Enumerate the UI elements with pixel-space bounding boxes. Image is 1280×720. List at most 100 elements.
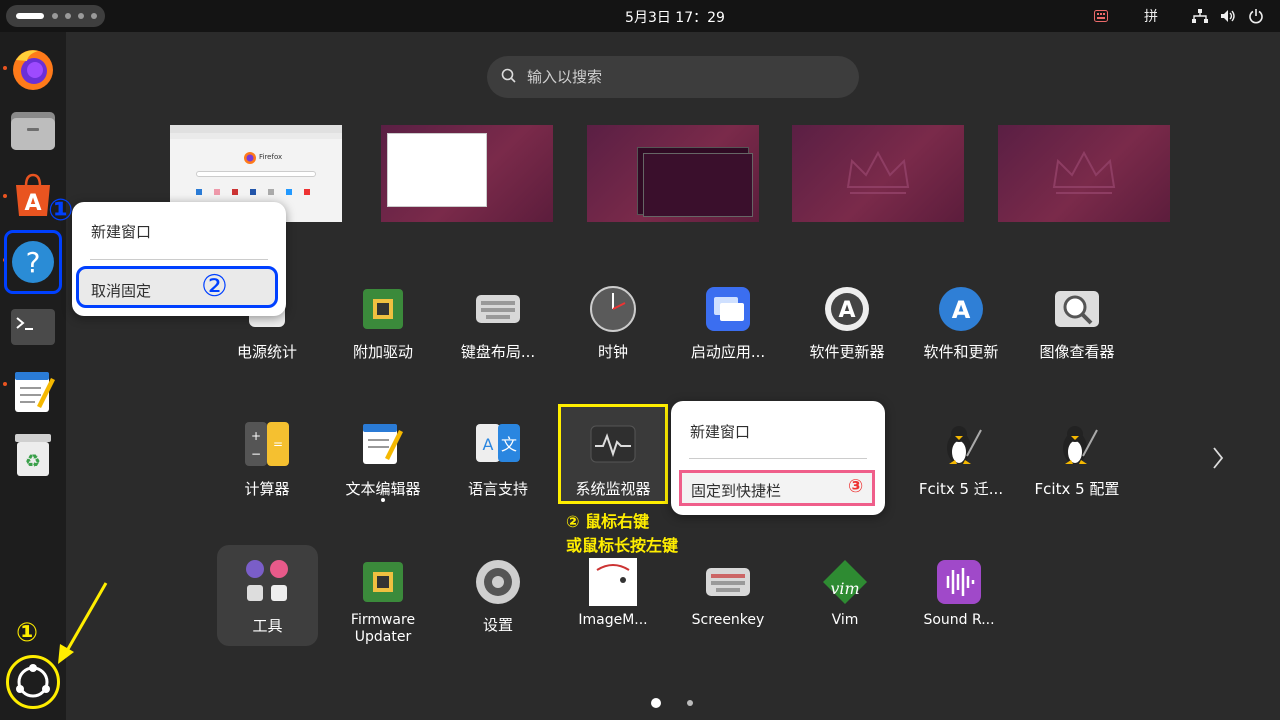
power-icon[interactable] <box>1248 8 1264 24</box>
app-image-viewer[interactable]: 图像查看器 <box>1022 285 1132 395</box>
app-firmware-updater[interactable]: Firmware Updater <box>328 558 438 668</box>
svg-text:A: A <box>483 435 494 454</box>
clock[interactable]: 5月3日 17：29 <box>580 7 770 27</box>
dock-trash[interactable]: ♻ <box>8 430 58 480</box>
annotation-long-press: 或鼠标长按左键 <box>566 536 679 555</box>
calculator-icon: + −= <box>245 422 289 466</box>
activities-button[interactable] <box>6 5 105 27</box>
app-center-icon: A <box>16 173 50 216</box>
firefox-wordmark: Firefox <box>259 153 283 161</box>
app-screenkey[interactable]: Screenkey <box>673 558 783 668</box>
page-indicator-active[interactable] <box>651 698 661 708</box>
menu-unpin-label: 取消固定 <box>91 282 152 300</box>
show-apps-button[interactable] <box>6 655 60 709</box>
svg-text:A: A <box>952 296 971 324</box>
network-icon[interactable] <box>1192 9 1208 23</box>
app-calculator[interactable]: + − = 计算器 <box>212 420 322 530</box>
app-clock[interactable]: 时钟 <box>558 285 668 395</box>
svg-text:+: + <box>251 429 261 443</box>
software-updater-icon: A <box>825 287 869 331</box>
svg-text:A: A <box>838 298 855 323</box>
workspace-thumbnail[interactable] <box>792 125 964 222</box>
app-fcitx5-config[interactable]: Fcitx 5 配置 <box>1022 420 1132 530</box>
window-preview <box>387 133 487 207</box>
browser-tabbar <box>170 125 342 133</box>
terminal-icon <box>11 309 55 345</box>
workspace-thumbnail[interactable] <box>381 125 553 222</box>
app-label: 附加驱动 <box>352 343 413 361</box>
workspace-indicator <box>78 13 84 19</box>
app-folder-tools[interactable]: 工具 <box>217 545 318 646</box>
search-box[interactable] <box>487 56 859 98</box>
menu-pin-label: 固定到快捷栏 <box>691 482 782 500</box>
dock-files[interactable] <box>8 106 58 156</box>
app-label: 电源统计 <box>236 343 297 361</box>
firefox-icon <box>244 152 256 164</box>
app-label: 系统监视器 <box>575 480 651 498</box>
chip-icon <box>363 289 403 329</box>
menu-separator <box>90 259 268 260</box>
annotation-arrow-icon <box>58 582 108 664</box>
app-label: 键盘布局... <box>460 343 536 361</box>
running-indicator <box>3 66 7 70</box>
startup-icon <box>706 287 750 331</box>
app-startup-applications[interactable]: 启动应用... <box>673 285 783 395</box>
app-settings[interactable]: 设置 <box>443 558 553 668</box>
shortcut-tile <box>214 189 220 195</box>
svg-text:?: ? <box>26 246 41 279</box>
dock-firefox[interactable] <box>8 44 58 94</box>
app-label: 设置 <box>482 616 513 634</box>
step-2-marker: ② <box>201 269 228 304</box>
app-label: ImageM... <box>578 612 648 628</box>
svg-text:vim: vim <box>830 579 859 598</box>
software-sources-icon: A <box>939 287 983 331</box>
app-context-menu: 新建窗口 固定到快捷栏 ③ <box>671 401 885 515</box>
volume-icon[interactable] <box>1220 9 1236 23</box>
app-vim[interactable]: vim Vim <box>790 558 900 668</box>
workspace-thumbnail[interactable] <box>998 125 1170 222</box>
app-label: Vim <box>831 612 859 628</box>
workspace-thumbnail[interactable] <box>587 125 759 222</box>
svg-text:A: A <box>24 191 41 216</box>
keyboard-layout-icon[interactable] <box>1094 10 1108 22</box>
app-keyboard-layout[interactable]: 键盘布局... <box>443 285 553 395</box>
running-indicator <box>381 498 385 502</box>
input-method-indicator[interactable]: 拼 <box>1144 6 1158 26</box>
app-fcitx5-migrator[interactable]: Fcitx 5 迁... <box>906 420 1016 530</box>
app-sound-recorder[interactable]: Sound R... <box>904 558 1014 668</box>
firmware-chip-icon <box>363 562 403 602</box>
app-text-editor[interactable]: 文本编辑器 <box>328 420 438 530</box>
search-icon <box>501 68 516 83</box>
language-icon: A文 <box>476 424 520 462</box>
running-indicator <box>3 194 7 198</box>
dock-help[interactable]: ? <box>4 230 62 294</box>
mini-search <box>196 171 316 177</box>
workspace-indicator <box>91 13 97 19</box>
app-label: Fcitx 5 迁... <box>918 480 1004 498</box>
menu-new-window[interactable]: 新建窗口 <box>91 221 151 242</box>
app-software-updater[interactable]: A 软件更新器 <box>792 285 902 395</box>
clock-icon <box>590 286 636 332</box>
menu-new-window[interactable]: 新建窗口 <box>690 421 750 442</box>
menu-pin-to-dock[interactable]: 固定到快捷栏 ③ <box>679 470 875 506</box>
annotation-right-click: ② 鼠标右键 <box>566 512 650 531</box>
next-page-arrow-icon[interactable] <box>1212 446 1224 470</box>
browser-toolbar <box>170 133 342 139</box>
app-label: 时钟 <box>597 343 628 361</box>
menu-unpin[interactable]: 取消固定 ② <box>76 266 278 308</box>
app-language-support[interactable]: A文 语言支持 <box>443 420 553 530</box>
shortcut-tile <box>196 189 202 195</box>
shortcut-tile <box>286 189 292 195</box>
dock-text-editor[interactable] <box>8 366 58 416</box>
app-additional-drivers[interactable]: 附加驱动 <box>328 285 438 395</box>
dock-context-menu: 新建窗口 取消固定 ② <box>72 202 286 316</box>
search-input[interactable] <box>527 66 827 88</box>
dock-terminal[interactable] <box>8 302 58 352</box>
app-software-and-updates[interactable]: A 软件和更新 <box>906 285 1016 395</box>
page-indicator[interactable] <box>687 700 693 706</box>
sound-recorder-icon <box>937 560 981 604</box>
trash-icon: ♻ <box>15 434 51 476</box>
help-icon: ? <box>12 241 54 283</box>
app-imagemagick[interactable]: ImageM... <box>558 558 668 668</box>
app-label: 软件更新器 <box>809 343 885 361</box>
